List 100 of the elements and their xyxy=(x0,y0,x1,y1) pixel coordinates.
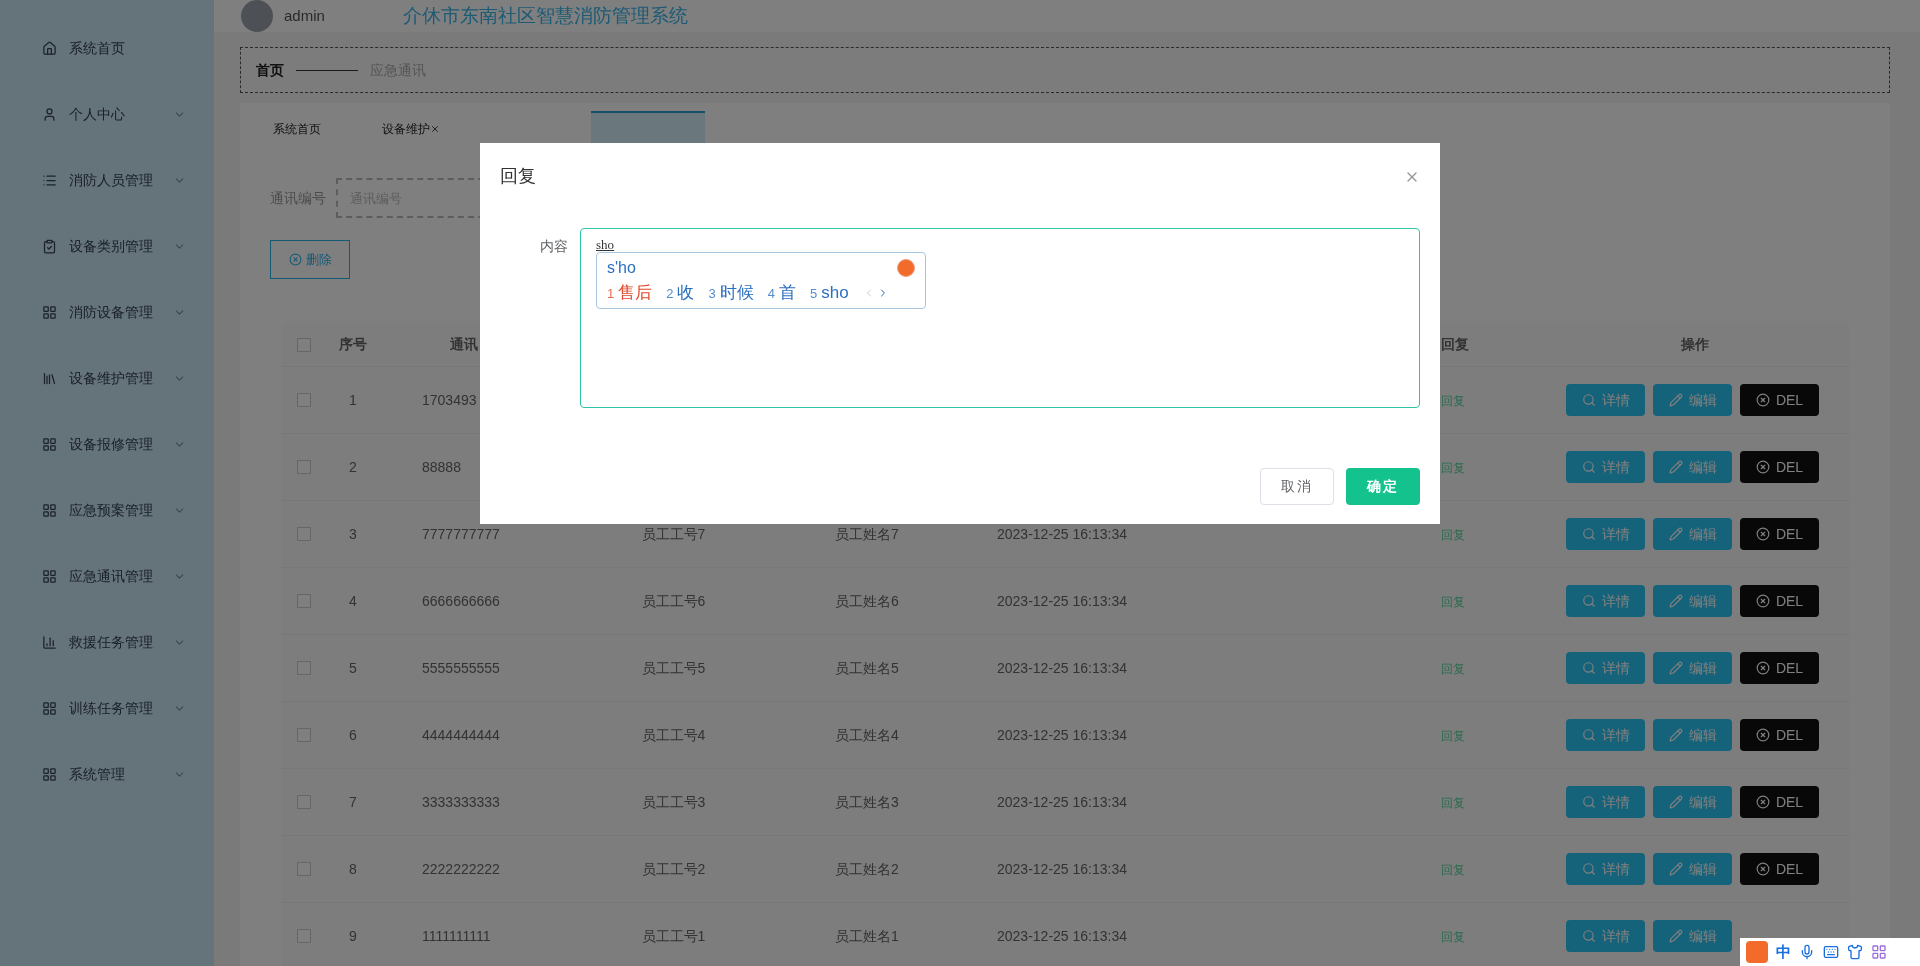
ime-candidate[interactable]: 3 时候 xyxy=(708,280,754,306)
details-button[interactable]: 详情 xyxy=(1566,451,1645,483)
sidebar-item[interactable]: 个人中心 xyxy=(0,81,214,147)
edit-button[interactable]: 编辑 xyxy=(1653,786,1732,818)
sidebar-item[interactable]: 系统首页 xyxy=(0,15,214,81)
table-cell: 4444444444 xyxy=(422,726,500,743)
sidebar-item[interactable]: 系统管理 xyxy=(0,741,214,807)
delete-button[interactable]: DEL xyxy=(1740,384,1819,416)
search-icon xyxy=(1581,594,1596,608)
row-checkbox[interactable] xyxy=(297,393,311,407)
table-cell: 员工工号5 xyxy=(641,659,706,676)
sidebar-item[interactable]: 设备报修管理 xyxy=(0,411,214,477)
ime-candidate[interactable]: 1 售后 xyxy=(607,280,653,306)
breadcrumb-item[interactable]: 首页 xyxy=(256,59,284,81)
pencil-icon xyxy=(1668,594,1683,608)
edit-button[interactable]: 编辑 xyxy=(1653,853,1732,885)
table-cell: 员工工号1 xyxy=(641,927,706,944)
delete-button[interactable]: DEL xyxy=(1740,853,1819,885)
table-cell: 2023-12-25 16:13:34 xyxy=(997,592,1127,609)
close-circle-icon xyxy=(288,253,302,266)
delete-button[interactable]: DEL xyxy=(1740,719,1819,751)
ime-candidate[interactable]: 5 sho xyxy=(809,280,849,306)
row-checkbox[interactable] xyxy=(297,795,311,809)
input-mode[interactable]: 中 xyxy=(1776,940,1791,964)
table-cell: 员工工号6 xyxy=(641,592,706,609)
tab[interactable]: 系统首页 xyxy=(240,111,354,146)
microphone-icon[interactable] xyxy=(1799,944,1815,960)
sidebar-item[interactable]: 消防设备管理 xyxy=(0,279,214,345)
edit-button[interactable]: 编辑 xyxy=(1653,920,1732,952)
table-cell: 员工工号4 xyxy=(641,726,706,743)
row-checkbox[interactable] xyxy=(297,460,311,474)
details-button[interactable]: 详情 xyxy=(1566,786,1645,818)
delete-button[interactable]: DEL xyxy=(1740,652,1819,684)
table-cell: 1 xyxy=(349,391,357,408)
table-cell: 员工姓名2 xyxy=(835,860,899,877)
table-cell: 7 xyxy=(349,793,357,810)
pencil-icon xyxy=(1668,728,1683,742)
delete-button[interactable]: DEL xyxy=(1740,451,1819,483)
close-circle-icon xyxy=(1755,661,1770,675)
delete-button[interactable]: DEL xyxy=(1740,518,1819,550)
edit-button[interactable]: 编辑 xyxy=(1653,518,1732,550)
edit-button[interactable]: 编辑 xyxy=(1653,585,1732,617)
close-icon[interactable] xyxy=(430,123,440,134)
home-icon xyxy=(42,40,57,56)
sidebar-item[interactable]: 设备维护管理 xyxy=(0,345,214,411)
sidebar-item[interactable]: 救援任务管理 xyxy=(0,609,214,675)
cancel-button[interactable]: 取消 xyxy=(1260,468,1334,505)
details-button[interactable]: 详情 xyxy=(1566,384,1645,416)
pencil-icon xyxy=(1668,795,1683,809)
close-circle-icon xyxy=(1755,393,1770,407)
row-checkbox[interactable] xyxy=(297,661,311,675)
edit-button[interactable]: 编辑 xyxy=(1653,451,1732,483)
table-cell: 2023-12-25 16:13:34 xyxy=(997,793,1127,810)
table-cell: 2023-12-25 16:13:34 xyxy=(997,860,1127,877)
grid-icon xyxy=(42,304,57,320)
search-icon xyxy=(1581,795,1596,809)
sidebar-item[interactable]: 应急预案管理 xyxy=(0,477,214,543)
sidebar-item[interactable]: 训练任务管理 xyxy=(0,675,214,741)
delete-selected-button[interactable]: 删除 xyxy=(270,240,350,279)
details-button[interactable]: 详情 xyxy=(1566,719,1645,751)
table-cell: 3 xyxy=(349,525,357,542)
select-all-checkbox[interactable] xyxy=(297,337,311,352)
ime-candidate[interactable]: 2 收 xyxy=(666,280,695,306)
close-circle-icon xyxy=(1755,460,1770,474)
confirm-button[interactable]: 确定 xyxy=(1346,468,1420,505)
edit-button[interactable]: 编辑 xyxy=(1653,719,1732,751)
row-checkbox[interactable] xyxy=(297,728,311,742)
edit-button[interactable]: 编辑 xyxy=(1653,652,1732,684)
pencil-icon xyxy=(1668,929,1683,943)
delete-button[interactable]: DEL xyxy=(1740,786,1819,818)
table-cell: 2 xyxy=(349,458,357,475)
keyboard-icon[interactable] xyxy=(1823,944,1839,960)
sidebar-item[interactable]: 消防人员管理 xyxy=(0,147,214,213)
row-checkbox[interactable] xyxy=(297,527,311,541)
field-label: 内容 xyxy=(539,237,569,256)
grid-icon xyxy=(42,766,57,782)
details-button[interactable]: 详情 xyxy=(1566,853,1645,885)
search-icon xyxy=(1581,728,1596,742)
avatar[interactable] xyxy=(241,0,273,32)
delete-button[interactable]: DEL xyxy=(1740,585,1819,617)
sidebar-item[interactable]: 设备类别管理 xyxy=(0,213,214,279)
details-button[interactable]: 详情 xyxy=(1566,652,1645,684)
grid-icon xyxy=(42,502,57,518)
ime-candidate[interactable]: 4 首 xyxy=(767,280,796,306)
row-checkbox[interactable] xyxy=(297,862,311,876)
books-icon xyxy=(42,370,57,386)
grid-icon[interactable] xyxy=(1871,944,1887,960)
tab[interactable]: 设备维护 xyxy=(354,111,468,146)
details-button[interactable]: 详情 xyxy=(1566,920,1645,952)
row-checkbox[interactable] xyxy=(297,594,311,608)
row-checkbox[interactable] xyxy=(297,929,311,943)
close-circle-icon xyxy=(1755,795,1770,809)
details-button[interactable]: 详情 xyxy=(1566,585,1645,617)
edit-button[interactable]: 编辑 xyxy=(1653,384,1732,416)
details-button[interactable]: 详情 xyxy=(1566,518,1645,550)
sidebar-item[interactable]: 应急通讯管理 xyxy=(0,543,214,609)
ime-logo-icon[interactable] xyxy=(1746,941,1768,963)
shirt-icon[interactable] xyxy=(1847,944,1863,960)
pencil-icon xyxy=(1668,460,1683,474)
table-cell: 员工姓名5 xyxy=(835,659,899,676)
